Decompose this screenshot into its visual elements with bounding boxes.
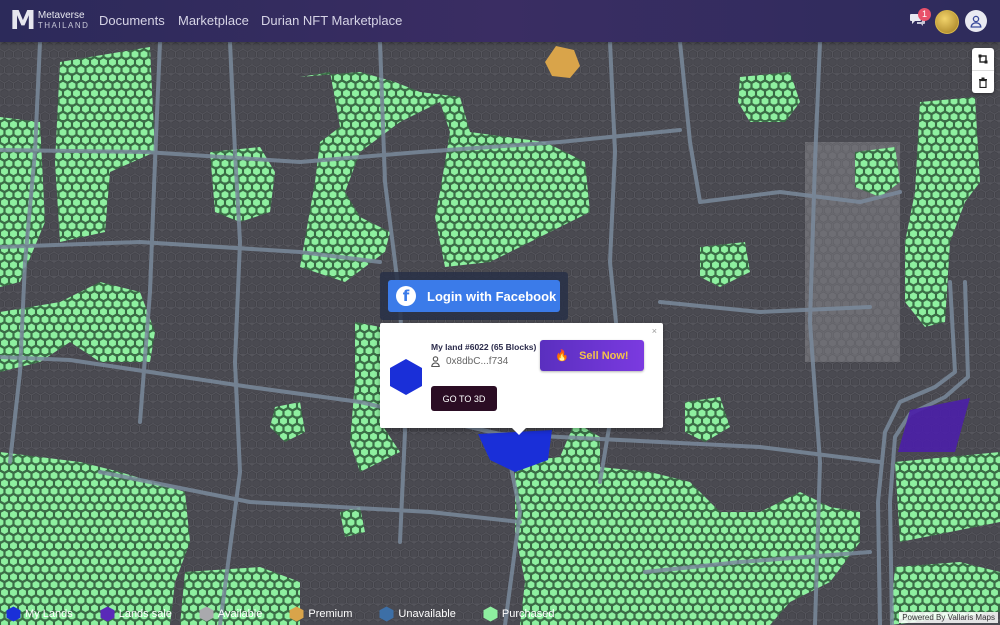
chat-button[interactable]: 1 [910, 8, 931, 32]
legend-label: Purchased [501, 608, 555, 620]
nav-documents[interactable]: Documents [99, 13, 165, 28]
sell-now-button[interactable]: 🔥 Sell Now! [540, 340, 644, 371]
nav-marketplace[interactable]: Marketplace [178, 13, 249, 28]
map-draw-toolbar [972, 48, 994, 93]
brand-name: Metaverse [37, 10, 85, 21]
land-info-popup: × My land #6022 (65 Blocks) 0x8dbC...f73… [380, 323, 663, 435]
legend-item-unavailable: Unavailable [379, 606, 456, 622]
sell-now-label: Sell Now! [579, 349, 629, 362]
legend-label: My Lands [25, 608, 73, 620]
owner-address: 0x8dbC...f734 [446, 356, 509, 367]
top-navbar: M Metaverse THAILAND Documents Marketpla… [0, 0, 1000, 42]
coin-button[interactable] [935, 10, 959, 34]
legend-item-premium: Premium [289, 606, 352, 622]
legend-hex-icon [199, 606, 214, 622]
legend-item-lands-sale: Lands sale [100, 606, 172, 622]
draw-polygon-icon [978, 54, 988, 64]
user-icon [965, 10, 987, 32]
legend-hex-icon [379, 606, 394, 622]
my-land-hex-icon [390, 359, 422, 395]
popup-close-button[interactable]: × [652, 326, 657, 336]
brand-logo[interactable]: M Metaverse THAILAND [10, 6, 90, 36]
gold-coin-icon [935, 10, 959, 34]
user-menu-button[interactable] [965, 10, 987, 32]
owner-row: 0x8dbC...f734 [431, 356, 508, 367]
legend-hex-icon [289, 606, 304, 622]
legend-label: Lands sale [118, 608, 172, 620]
owner-user-icon [431, 356, 440, 367]
facebook-login-label: Login with Facebook [427, 288, 557, 304]
legend-label: Unavailable [398, 608, 456, 620]
trash-icon [979, 77, 987, 88]
logo-mark: M [10, 6, 36, 36]
facebook-login-button[interactable]: f Login with Facebook [388, 280, 560, 312]
go-to-3d-button[interactable]: GO TO 3D [431, 386, 497, 411]
legend-hex-icon [100, 606, 115, 622]
facebook-icon: f [396, 286, 416, 306]
legend-hex-icon [6, 606, 21, 622]
legend-label: Available [217, 608, 263, 620]
notification-badge: 1 [918, 8, 931, 21]
land-title: My land #6022 (65 Blocks) [431, 342, 537, 352]
map-legend: My Lands Lands sale Available Premium Un… [0, 603, 900, 625]
nav-durian-nft-marketplace[interactable]: Durian NFT Marketplace [261, 13, 402, 28]
trash-button[interactable] [972, 71, 994, 93]
facebook-login-panel: f Login with Facebook [380, 272, 568, 320]
brand-sub: THAILAND [37, 21, 90, 30]
legend-item-my-lands: My Lands [6, 606, 73, 622]
powered-by-attribution: Powered By Vallaris Maps [899, 612, 998, 623]
fire-icon: 🔥 [555, 350, 570, 362]
legend-item-purchased: Purchased [483, 606, 555, 622]
draw-polygon-button[interactable] [972, 48, 994, 71]
legend-label: Premium [308, 608, 353, 620]
legend-item-available: Available [199, 606, 262, 622]
legend-hex-icon [483, 606, 498, 622]
